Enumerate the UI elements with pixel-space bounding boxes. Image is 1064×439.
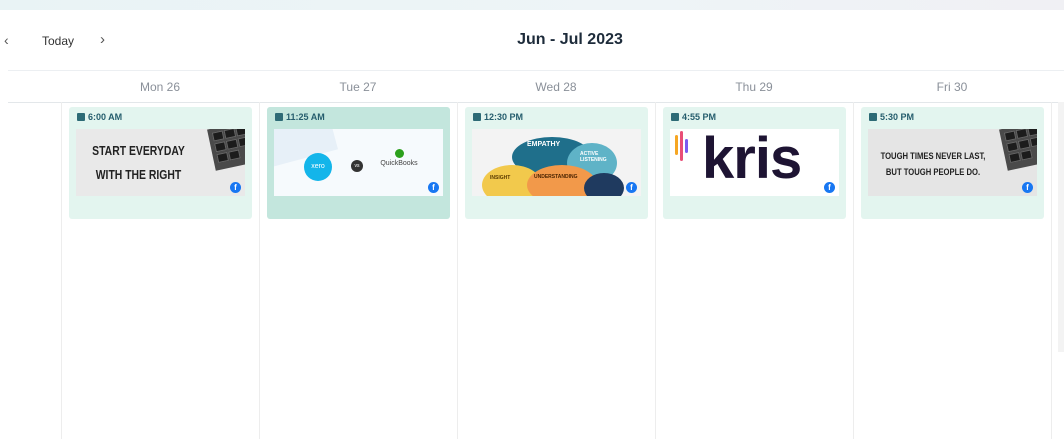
facebook-icon: f (1022, 182, 1033, 193)
post-time: 11:25 AM (275, 112, 325, 122)
day-header-wed: Wed 28 (535, 80, 577, 94)
calendar-header: ‹ Today › Jun - Jul 2023 (0, 10, 1064, 70)
image-text: TOUGH TIMES NEVER LAST, (880, 151, 986, 161)
image-text: EMPATHY (527, 141, 561, 148)
calendar-post-icon (869, 113, 877, 121)
facebook-icon: f (428, 182, 439, 193)
grid-divider (457, 102, 458, 439)
post-image: EMPATHY ACTIVE LISTENING INSIGHT UNDERST… (472, 129, 641, 196)
facebook-icon: f (230, 182, 241, 193)
image-text: BUT TOUGH PEOPLE DO. (885, 167, 981, 177)
xero-logo: xero (304, 153, 332, 181)
calendar-post-icon (671, 113, 679, 121)
grid-divider (655, 102, 656, 439)
post-time-label: 11:25 AM (286, 112, 325, 122)
krisp-logo-text: kris (702, 129, 802, 191)
grid-divider (853, 102, 854, 439)
date-range-title: Jun - Jul 2023 (517, 31, 623, 48)
image-text: WITH THE RIGHT (95, 167, 182, 182)
top-strip (0, 0, 1064, 10)
day-header-thu: Thu 29 (735, 80, 773, 94)
quickbooks-label: QuickBooks (380, 160, 418, 167)
grid-divider (61, 102, 62, 439)
day-header-mon: Mon 26 (139, 80, 181, 94)
post-image: TOUGH TIMES NEVER LAST, BUT TOUGH PEOPLE… (868, 129, 1037, 196)
post-image: xero vs QuickBooks f (274, 129, 443, 196)
quickbooks-logo: QuickBooks (379, 149, 419, 167)
grid-divider (259, 102, 260, 439)
image-text: INSIGHT (490, 175, 511, 181)
quickbooks-mark (394, 149, 404, 158)
post-time: 4:55 PM (671, 112, 716, 122)
calendar-post-icon (473, 113, 481, 121)
keyboard-graphic (999, 129, 1037, 171)
image-text: UNDERSTANDING (534, 174, 578, 180)
image-text: START EVERYDAY (92, 143, 185, 158)
vs-badge: vs (351, 160, 363, 172)
post-time: 12:30 PM (473, 112, 523, 122)
scheduled-post-card[interactable]: 12:30 PM EMPATHY ACTIVE LISTENING INSIGH… (465, 107, 648, 219)
image-shape (584, 173, 624, 196)
facebook-icon: f (626, 182, 637, 193)
day-header-tue: Tue 27 (339, 80, 377, 94)
calendar-post-icon (275, 113, 283, 121)
post-time-label: 5:30 PM (880, 112, 915, 122)
day-header-fri: Fri 30 (936, 80, 968, 94)
weekday-header-row: Mon 26 Tue 27 Wed 28 Thu 29 Fri 30 (8, 70, 1064, 103)
grid-divider (1051, 102, 1052, 439)
scheduled-post-card[interactable]: 4:55 PM kris f (663, 107, 846, 219)
image-text: ACTIVE LISTENING (580, 151, 607, 163)
calendar-scrollbar[interactable] (1058, 102, 1064, 352)
post-image: START EVERYDAY WITH THE RIGHT f (76, 129, 245, 196)
post-time-label: 12:30 PM (484, 112, 524, 122)
calendar-post-icon (77, 113, 85, 121)
post-time-label: 6:00 AM (88, 112, 123, 122)
scheduled-post-card[interactable]: 6:00 AM START EVERYDAY WITH THE RIGHT f (69, 107, 252, 219)
scheduled-post-card[interactable]: 11:25 AM xero vs QuickBooks f (267, 107, 450, 219)
facebook-icon: f (824, 182, 835, 193)
post-image: kris f (670, 129, 839, 196)
post-time-label: 4:55 PM (682, 112, 717, 122)
keyboard-graphic (207, 129, 245, 171)
post-time: 6:00 AM (77, 112, 122, 122)
scheduled-post-card[interactable]: 5:30 PM TOUGH TIMES NEVER LAST, BUT TOUG… (861, 107, 1044, 219)
post-time: 5:30 PM (869, 112, 914, 122)
